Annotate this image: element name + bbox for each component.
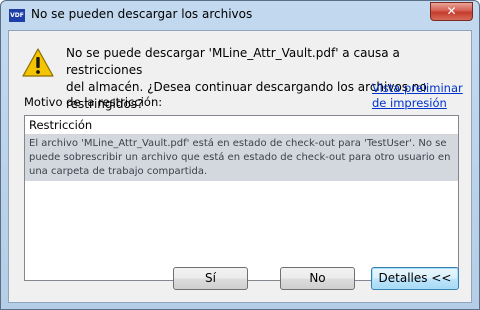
restriction-list[interactable]: Restricción El archivo 'MLine_Attr_Vault… bbox=[24, 115, 459, 281]
title-bar[interactable]: VDF No se pueden descargar los archivos … bbox=[1, 1, 479, 29]
dialog-body: No se puede descargar 'MLine_Attr_Vault.… bbox=[8, 30, 472, 303]
print-preview-link[interactable]: Vista preliminar de impresión bbox=[372, 81, 468, 111]
restriction-column-header[interactable]: Restricción bbox=[25, 116, 458, 135]
restriction-row[interactable]: El archivo 'MLine_Attr_Vault.pdf' está e… bbox=[25, 135, 458, 181]
yes-button[interactable]: Sí bbox=[173, 267, 248, 290]
reason-label: Motivo de la restricción: bbox=[24, 95, 163, 109]
dialog-window: VDF No se pueden descargar los archivos … bbox=[0, 0, 480, 310]
warning-icon bbox=[22, 48, 54, 77]
close-button[interactable]: ✕ bbox=[430, 2, 473, 21]
app-icon: VDF bbox=[9, 9, 25, 22]
window-title: No se pueden descargar los archivos bbox=[31, 7, 253, 21]
restriction-column-label: Restricción bbox=[29, 118, 93, 132]
no-button[interactable]: No bbox=[280, 267, 355, 290]
details-button[interactable]: Detalles << bbox=[371, 267, 459, 290]
